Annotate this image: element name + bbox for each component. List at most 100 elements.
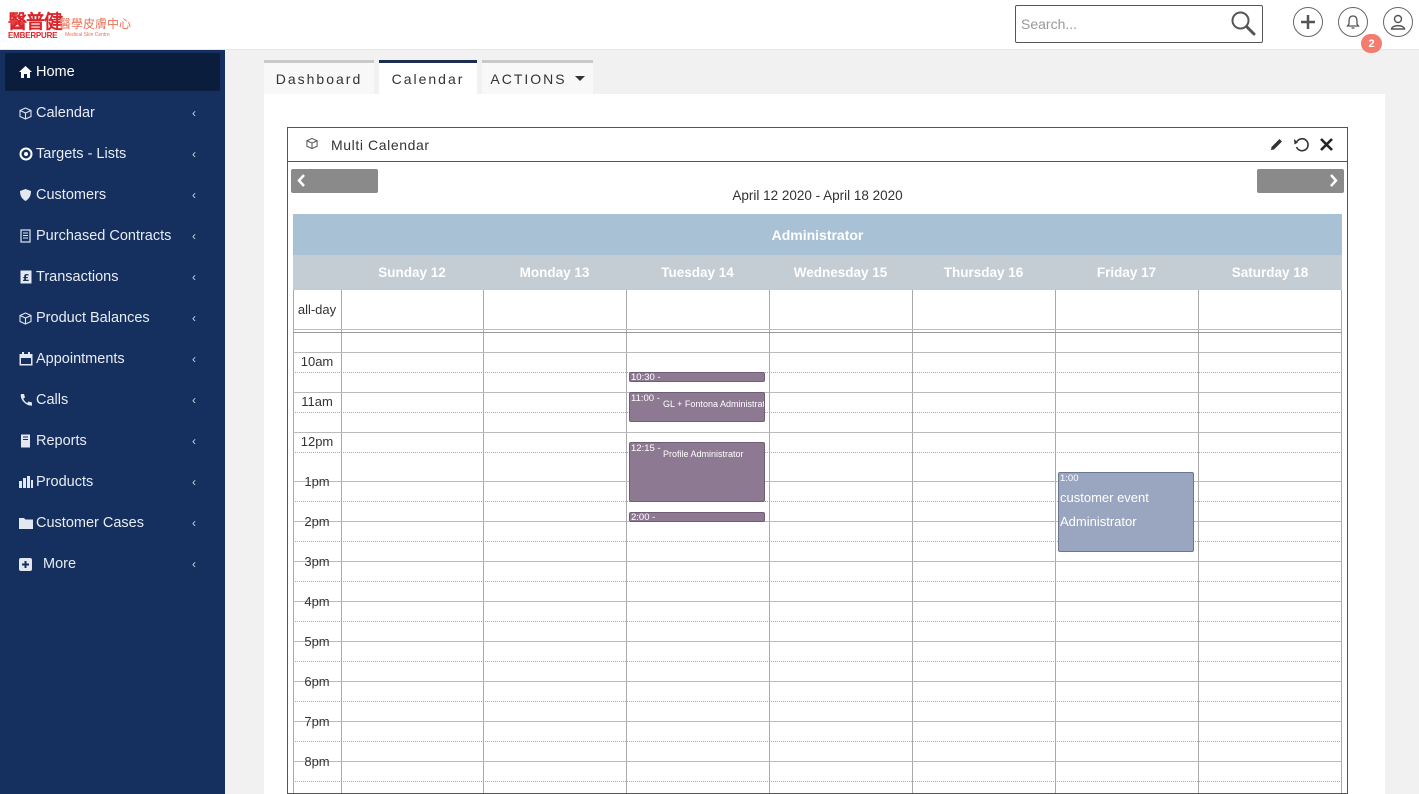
pencil-icon[interactable] [1268, 136, 1285, 153]
event-subtitle: Administrator [1060, 514, 1137, 529]
grid-line [293, 561, 1342, 562]
sidebar-item-purchased-contracts[interactable]: Purchased Contracts ‹ [5, 217, 220, 255]
plus-circle-icon [1301, 15, 1315, 29]
sidebar-item-transactions[interactable]: £ Transactions ‹ [5, 258, 220, 296]
resource-header: Administrator [293, 214, 1342, 255]
user-menu-button[interactable] [1383, 7, 1413, 37]
sidebar-item-reports[interactable]: Reports ‹ [5, 422, 220, 460]
grid-line [1341, 290, 1342, 793]
tab-actions[interactable]: ACTIONS [482, 60, 593, 94]
currency-icon: £ [18, 270, 33, 285]
folder-icon [18, 516, 33, 531]
widget-header: Multi Calendar [288, 128, 1347, 162]
tab-label: Dashboard [275, 70, 363, 87]
grid-line [293, 372, 1342, 373]
calendar-event[interactable]: 12:15 - Profile Administrator [629, 442, 765, 502]
event-title: GL + Fontona Administrator [663, 399, 765, 409]
grid-line [293, 581, 1342, 582]
tab-label: ACTIONS [490, 70, 567, 87]
user-icon [1390, 14, 1406, 30]
sidebar-item-label: Appointments [36, 351, 125, 367]
chevron-left-icon: ‹ [192, 229, 196, 243]
sidebar-item-calls[interactable]: Calls ‹ [5, 381, 220, 419]
grid-line [293, 329, 1342, 330]
sidebar-item-more[interactable]: More ‹ [5, 545, 220, 583]
sidebar-item-customers[interactable]: Customers ‹ [5, 176, 220, 214]
sidebar-item-label: Home [36, 64, 75, 80]
sidebar-item-home[interactable]: Home [5, 53, 220, 91]
hour-label: 6pm [304, 674, 330, 689]
grid-line [293, 432, 1342, 433]
brand-logo[interactable]: 醫普健 醫學皮膚中心 EMBERPURE Medical Skin Centre [8, 11, 131, 41]
hour-label: 5pm [304, 634, 330, 649]
event-title: customer event [1060, 490, 1149, 505]
day-header: Friday 17 [1096, 265, 1157, 280]
day-header: Monday 13 [519, 265, 590, 280]
hour-label: 7pm [304, 714, 330, 729]
chevron-left-icon: ‹ [192, 434, 196, 448]
book-icon [18, 434, 33, 449]
search-input[interactable] [1021, 14, 1221, 34]
logo-chinese-name: 醫普健 [8, 11, 63, 33]
svg-text:£: £ [22, 273, 29, 284]
grid-line [293, 741, 1342, 742]
calendar-icon [18, 352, 33, 367]
grid-line [769, 290, 770, 793]
bar-chart-icon [18, 475, 33, 490]
add-button[interactable] [1293, 7, 1323, 37]
tab-calendar[interactable]: Calendar [379, 60, 477, 94]
grid-line [293, 352, 1342, 353]
chevron-left-icon: ‹ [192, 311, 196, 325]
sidebar-item-calendar[interactable]: Calendar ‹ [5, 94, 220, 132]
grid-line [293, 641, 1342, 642]
plus-square-icon [18, 557, 33, 572]
search-box [1015, 5, 1263, 43]
sidebar-item-label: Calendar [36, 105, 95, 121]
sidebar-item-label: Transactions [36, 269, 119, 285]
tab-dashboard[interactable]: Dashboard [264, 60, 374, 94]
event-title: Profile Administrator [663, 449, 744, 459]
calendar-event[interactable]: 10:30 - [629, 372, 765, 382]
day-header: Saturday 18 [1231, 265, 1309, 280]
chevron-right-icon [1330, 174, 1338, 187]
event-time: 2:00 - [631, 512, 656, 522]
day-header: Thursday 16 [943, 265, 1024, 280]
multi-calendar-widget: Multi Calendar April 12 2020 - April 18 … [287, 127, 1348, 794]
calendar-grid[interactable]: all-day 10am 11am 12pm 1pm 2pm 3pm 4pm 5… [293, 290, 1342, 793]
grid-line [293, 392, 1342, 393]
sidebar-item-label: Customer Cases [36, 515, 144, 531]
logo-english-subtitle: Medical Skin Centre [65, 32, 110, 38]
event-time: 10:30 - [631, 372, 661, 382]
sidebar-item-product-balances[interactable]: Product Balances ‹ [5, 299, 220, 337]
calendar-event[interactable]: 11:00 - GL + Fontona Administrator [629, 392, 765, 422]
tab-label: Calendar [391, 70, 465, 87]
grid-line [1198, 290, 1199, 793]
document-icon [18, 229, 33, 244]
widget-title: Multi Calendar [331, 137, 430, 153]
sidebar-item-products[interactable]: Products ‹ [5, 463, 220, 501]
day-header: Wednesday 15 [793, 265, 888, 280]
chevron-left-icon: ‹ [192, 516, 196, 530]
sidebar-item-label: Product Balances [36, 310, 150, 326]
refresh-icon[interactable] [1292, 135, 1311, 154]
grid-line [293, 601, 1342, 602]
grid-line [483, 290, 484, 793]
search-icon[interactable] [1230, 10, 1256, 36]
event-time: 11:00 - [631, 393, 660, 404]
day-header: Tuesday 14 [661, 265, 734, 280]
cube-icon [18, 106, 33, 121]
chevron-left-icon: ‹ [192, 147, 196, 161]
hour-label: 8pm [304, 754, 330, 769]
chevron-left-icon [297, 174, 305, 187]
notifications-button[interactable] [1338, 7, 1368, 37]
sidebar-item-customer-cases[interactable]: Customer Cases ‹ [5, 504, 220, 542]
calendar-event[interactable]: 2:00 - [629, 512, 765, 522]
calendar-event[interactable]: 1:00 customer event Administrator [1058, 472, 1194, 552]
day-header-row: Sunday 12 Monday 13 Tuesday 14 Wednesday… [293, 255, 1342, 290]
grid-line [293, 761, 1342, 762]
sidebar-item-appointments[interactable]: Appointments ‹ [5, 340, 220, 378]
close-icon[interactable] [1319, 137, 1334, 152]
hour-label: 4pm [304, 594, 330, 609]
sidebar-item-targets-lists[interactable]: Targets - Lists ‹ [5, 135, 220, 173]
home-icon [18, 65, 33, 80]
